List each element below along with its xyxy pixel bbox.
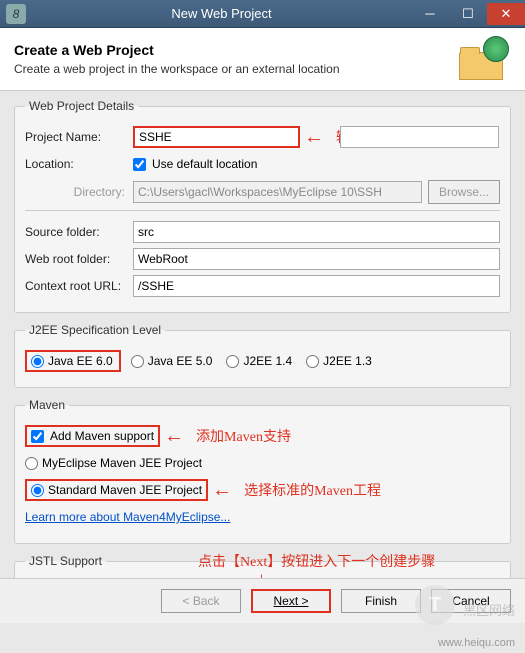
close-button[interactable]: ✕	[487, 3, 525, 25]
maven-group: Maven Add Maven support ← 添加Maven支持 MyEc…	[14, 398, 511, 544]
directory-input	[133, 181, 422, 203]
arrow-left-icon: ←	[164, 426, 184, 446]
java-ee-5-label: Java EE 5.0	[148, 354, 213, 368]
maximize-button[interactable]: ☐	[449, 3, 487, 25]
maven-legend: Maven	[25, 398, 69, 412]
location-label: Location:	[25, 157, 133, 171]
watermark-brand: 黑区网络	[463, 600, 515, 619]
header-subtitle: Create a web project in the workspace or…	[14, 62, 459, 76]
web-project-details: Web Project Details Project Name: ← 输入项目…	[14, 99, 511, 313]
watermark-logo: T	[415, 585, 455, 625]
annotation-standard: 选择标准的Maven工程	[244, 480, 381, 500]
source-folder-label: Source folder:	[25, 225, 133, 239]
add-maven-label: Add Maven support	[50, 429, 154, 443]
wizard-header: Create a Web Project Create a web projec…	[0, 28, 525, 91]
wizard-icon	[459, 38, 511, 80]
web-root-input[interactable]	[133, 248, 500, 270]
web-root-label: Web root folder:	[25, 252, 133, 266]
minimize-button[interactable]: ─	[411, 3, 449, 25]
j2ee-spec-level: J2EE Specification Level Java EE 6.0 Jav…	[14, 323, 511, 388]
java-ee-5-radio[interactable]	[131, 355, 144, 368]
annotation-next: 点击【Next】按钮进入下一个创建步骤	[198, 551, 435, 571]
add-maven-frame: Add Maven support	[25, 425, 160, 447]
myeclipse-maven-label: MyEclipse Maven JEE Project	[42, 456, 202, 470]
j2ee-13-label: J2EE 1.3	[323, 354, 372, 368]
annotation-add-maven: 添加Maven支持	[196, 426, 291, 446]
source-folder-input[interactable]	[133, 221, 500, 243]
standard-maven-radio[interactable]	[31, 484, 44, 497]
back-button: < Back	[161, 589, 241, 613]
project-name-label: Project Name:	[25, 130, 133, 144]
learn-more-link[interactable]: Learn more about Maven4MyEclipse...	[25, 510, 230, 524]
standard-maven-frame: Standard Maven JEE Project	[25, 479, 208, 501]
java-ee-6-radio[interactable]	[31, 355, 44, 368]
java-ee-6-label: Java EE 6.0	[48, 354, 113, 368]
j2ee-legend: J2EE Specification Level	[25, 323, 165, 337]
use-default-location-label: Use default location	[152, 157, 257, 171]
project-name-tail[interactable]	[340, 126, 499, 148]
directory-label: Directory:	[25, 185, 133, 199]
details-legend: Web Project Details	[25, 99, 138, 113]
next-button[interactable]: Next >	[251, 589, 331, 613]
jstl-legend: JSTL Support	[25, 554, 106, 568]
browse-button: Browse...	[428, 180, 500, 204]
use-default-location-checkbox[interactable]	[133, 158, 146, 171]
header-title: Create a Web Project	[14, 42, 459, 58]
window-title: New Web Project	[32, 6, 411, 21]
java-ee-6-frame: Java EE 6.0	[25, 350, 121, 372]
j2ee-14-radio[interactable]	[226, 355, 239, 368]
app-icon: 8	[6, 4, 26, 24]
titlebar: 8 New Web Project ─ ☐ ✕	[0, 0, 525, 28]
j2ee-14-label: J2EE 1.4	[243, 354, 292, 368]
j2ee-13-radio[interactable]	[306, 355, 319, 368]
arrow-left-icon: ←	[212, 480, 232, 500]
add-maven-checkbox[interactable]	[31, 430, 44, 443]
watermark-site: www.heiqu.com	[438, 637, 515, 649]
finish-button[interactable]: Finish	[341, 589, 421, 613]
context-label: Context root URL:	[25, 279, 133, 293]
myeclipse-maven-radio[interactable]	[25, 457, 38, 470]
standard-maven-label: Standard Maven JEE Project	[48, 483, 202, 497]
context-input[interactable]	[133, 275, 500, 297]
